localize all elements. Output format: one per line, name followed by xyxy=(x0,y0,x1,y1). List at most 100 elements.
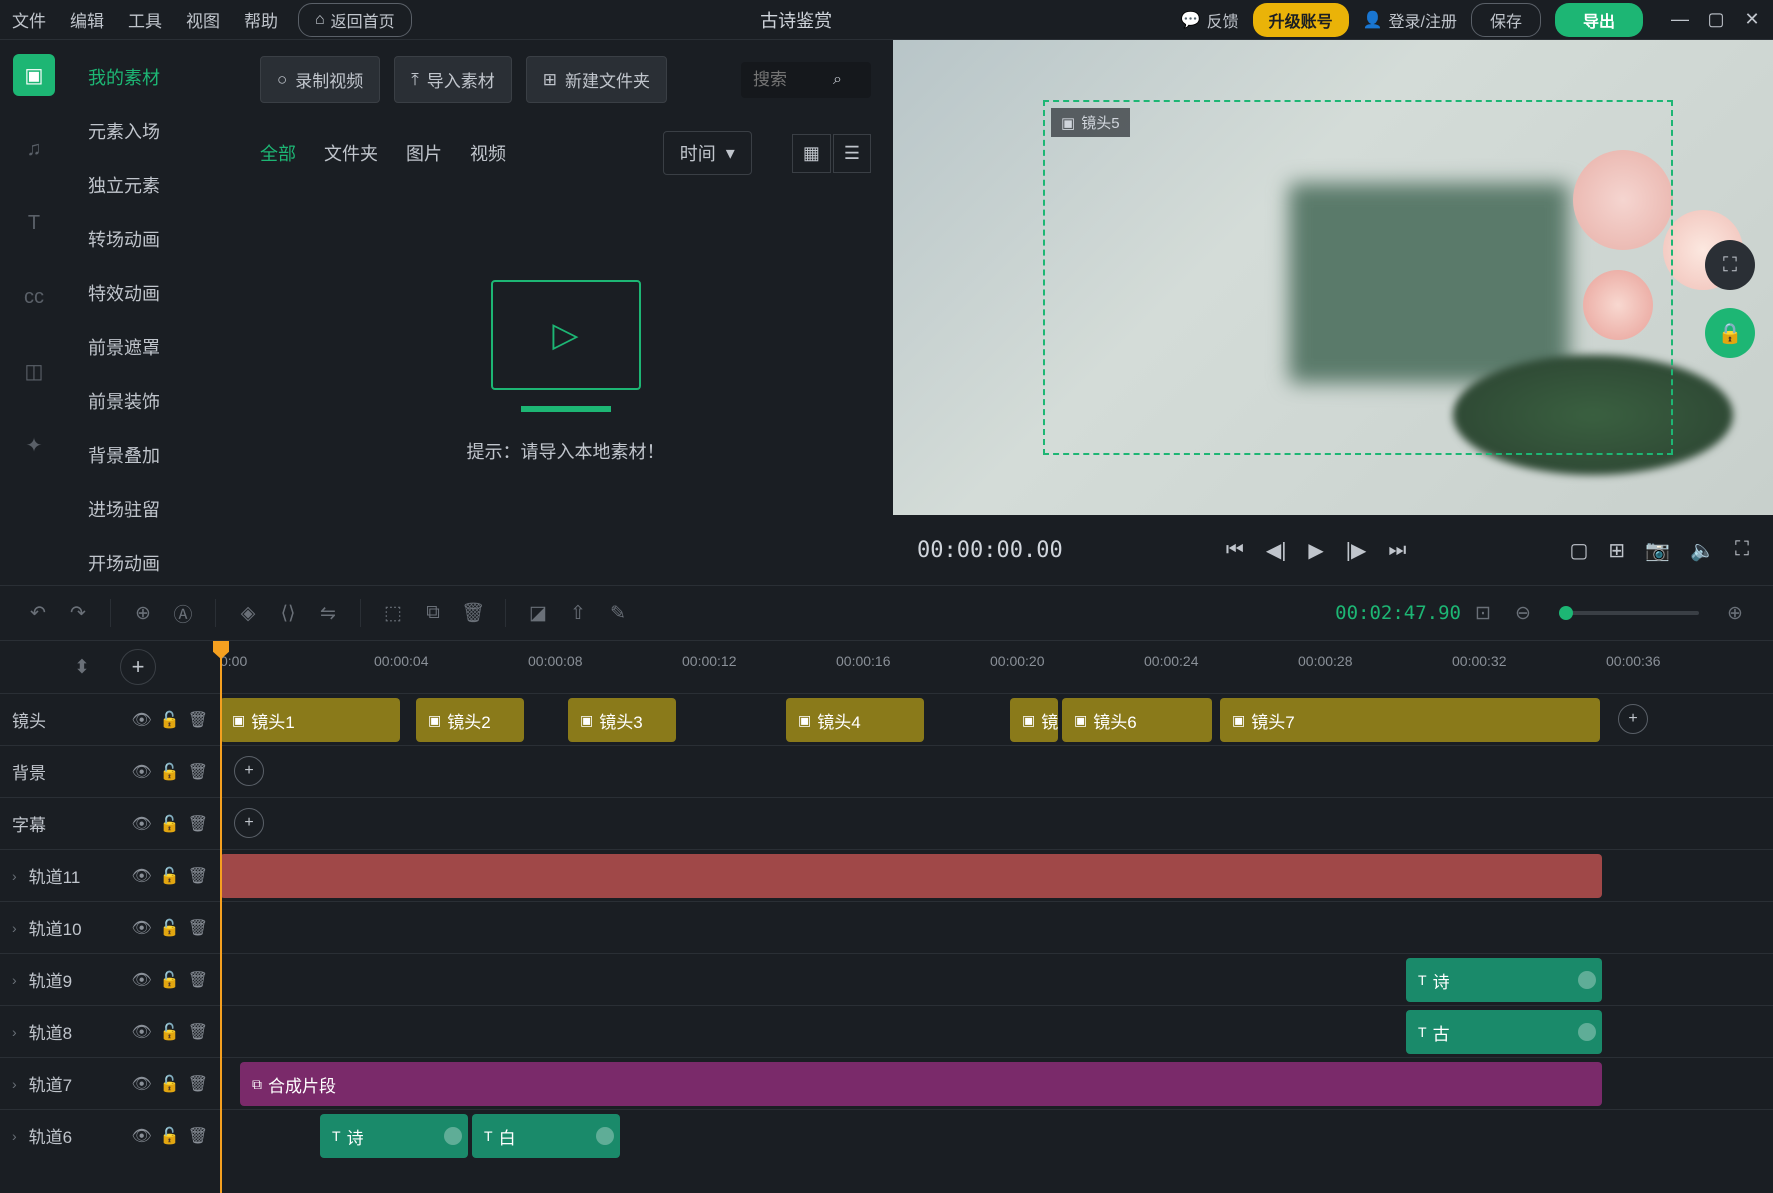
category-fg-decor[interactable]: 前景装饰 xyxy=(68,374,238,428)
menu-edit[interactable]: 编辑 xyxy=(70,7,104,32)
track-content[interactable]: ⧉合成片段 xyxy=(220,1058,1773,1109)
cursor-button[interactable]: ◈ xyxy=(230,595,266,631)
trash-icon[interactable]: 🗑 xyxy=(188,970,208,990)
fit-button[interactable]: ⛶ xyxy=(1705,240,1755,290)
trash-icon[interactable]: 🗑 xyxy=(188,918,208,938)
chevron-right-icon[interactable]: › xyxy=(12,972,17,988)
lock-icon[interactable]: 🔓 xyxy=(160,866,180,886)
visibility-icon[interactable]: 👁 xyxy=(131,762,151,782)
mirror-button[interactable]: ⇋ xyxy=(310,595,346,631)
record-button[interactable]: ○ 录制视频 xyxy=(260,56,380,103)
redo-button[interactable]: ↷ xyxy=(60,595,96,631)
category-effects[interactable]: 特效动画 xyxy=(68,266,238,320)
shot-clip[interactable]: ▣镜头4 xyxy=(786,698,924,742)
keyframe-icon[interactable] xyxy=(1578,971,1596,989)
visibility-icon[interactable]: 👁 xyxy=(131,970,151,990)
keyframe-icon[interactable] xyxy=(596,1127,614,1145)
audio-tab-icon[interactable]: ♫ xyxy=(13,128,55,170)
media-tab-icon[interactable]: ▣ xyxy=(13,54,55,96)
track-content[interactable] xyxy=(220,902,1773,953)
home-button[interactable]: ⌂ 返回首页 xyxy=(298,3,412,37)
zoom-in-button[interactable]: ⊕ xyxy=(1717,595,1753,631)
visibility-icon[interactable]: 👁 xyxy=(131,918,151,938)
lock-icon[interactable]: 🔓 xyxy=(160,918,180,938)
export-clip-button[interactable]: ⇧ xyxy=(560,595,596,631)
undo-button[interactable]: ↶ xyxy=(20,595,56,631)
menu-help[interactable]: 帮助 xyxy=(244,7,278,32)
visibility-icon[interactable]: 👁 xyxy=(131,1074,151,1094)
category-element-enter[interactable]: 元素入场 xyxy=(68,104,238,158)
shot-clip[interactable]: ▣镜 xyxy=(1010,698,1058,742)
track-content[interactable]: + xyxy=(220,746,1773,797)
mask-button[interactable]: ◪ xyxy=(520,595,556,631)
chevron-right-icon[interactable]: › xyxy=(12,1024,17,1040)
lock-icon[interactable]: 🔓 xyxy=(160,762,180,782)
copy-button[interactable]: ⧉ xyxy=(415,595,451,631)
lock-icon[interactable]: 🔓 xyxy=(160,1022,180,1042)
chevron-right-icon[interactable]: › xyxy=(12,1128,17,1144)
search-icon[interactable]: ⌕ xyxy=(833,71,842,89)
zoom-thumb[interactable] xyxy=(1559,606,1573,620)
compound-clip[interactable]: ⧉合成片段 xyxy=(240,1062,1602,1106)
grid-view-button[interactable]: ▦ xyxy=(792,134,831,173)
filter-folders[interactable]: 文件夹 xyxy=(324,140,378,166)
filter-videos[interactable]: 视频 xyxy=(470,140,506,166)
lock-icon[interactable]: 🔓 xyxy=(160,1074,180,1094)
pip-icon[interactable]: ▢ xyxy=(1570,538,1589,563)
text-clip[interactable]: T古 xyxy=(1406,1010,1602,1054)
track-content[interactable]: T诗T白 xyxy=(220,1110,1773,1161)
play-button[interactable]: ▶ xyxy=(1308,538,1323,563)
delete-button[interactable]: 🗑 xyxy=(455,595,491,631)
playhead[interactable] xyxy=(220,641,222,1193)
filter-images[interactable]: 图片 xyxy=(406,140,442,166)
crop-button[interactable]: ⬚ xyxy=(375,595,411,631)
grid-icon[interactable]: ⊞ xyxy=(1608,538,1625,563)
track-content[interactable]: + xyxy=(220,798,1773,849)
zoom-out-button[interactable]: ⊖ xyxy=(1505,595,1541,631)
trash-icon[interactable]: 🗑 xyxy=(188,866,208,886)
effects-tab-icon[interactable]: ◫ xyxy=(13,350,55,392)
shot-clip[interactable]: ▣镜头1 xyxy=(220,698,400,742)
snapshot-icon[interactable]: 📷 xyxy=(1645,538,1670,563)
track-content[interactable] xyxy=(220,850,1773,901)
anchor-button[interactable]: Ⓐ xyxy=(165,595,201,631)
trash-icon[interactable]: 🗑 xyxy=(188,710,208,730)
plugin-tab-icon[interactable]: ✦ xyxy=(13,424,55,466)
shot-clip[interactable]: ▣镜头7 xyxy=(1220,698,1600,742)
zoom-slider[interactable] xyxy=(1559,611,1699,615)
next-frame-button[interactable]: |▶ xyxy=(1346,538,1367,563)
filter-all[interactable]: 全部 xyxy=(260,140,296,166)
add-shot-button[interactable]: + xyxy=(1618,704,1648,734)
add-clip-button[interactable]: + xyxy=(234,756,264,786)
shot-clip[interactable]: ▣镜头3 xyxy=(568,698,676,742)
category-my-media[interactable]: 我的素材 xyxy=(68,50,238,104)
goto-start-button[interactable]: ⏮ xyxy=(1226,539,1244,562)
add-marker-button[interactable]: + xyxy=(120,649,156,685)
visibility-icon[interactable]: 👁 xyxy=(131,1022,151,1042)
trash-icon[interactable]: 🗑 xyxy=(188,1126,208,1146)
goto-end-button[interactable]: ⏭ xyxy=(1388,539,1406,562)
prev-frame-button[interactable]: ◀| xyxy=(1266,538,1287,563)
visibility-icon[interactable]: 👁 xyxy=(131,1126,151,1146)
lock-icon[interactable]: 🔓 xyxy=(160,970,180,990)
time-ruler[interactable]: 0:0000:00:0400:00:0800:00:1200:00:1600:0… xyxy=(220,641,1773,693)
trash-icon[interactable]: 🗑 xyxy=(188,762,208,782)
menu-file[interactable]: 文件 xyxy=(12,7,46,32)
split-button[interactable]: ⟨⟩ xyxy=(270,595,306,631)
preview-canvas[interactable]: ▣ 镜头5 ⛶ 🔒 xyxy=(893,40,1773,515)
shot-clip[interactable]: ▣镜头6 xyxy=(1062,698,1212,742)
import-button[interactable]: ⤒ 导入素材 xyxy=(394,56,512,103)
category-fg-mask[interactable]: 前景遮罩 xyxy=(68,320,238,374)
export-button[interactable]: 导出 xyxy=(1555,3,1643,37)
add-clip-button[interactable]: + xyxy=(234,808,264,838)
visibility-icon[interactable]: 👁 xyxy=(131,866,151,886)
trash-icon[interactable]: 🗑 xyxy=(188,814,208,834)
minimize-button[interactable]: — xyxy=(1671,11,1689,29)
menu-view[interactable]: 视图 xyxy=(186,7,220,32)
edit-button[interactable]: ✎ xyxy=(600,595,636,631)
category-bg-overlay[interactable]: 背景叠加 xyxy=(68,428,238,482)
fullscreen-icon[interactable]: ⛶ xyxy=(1735,538,1749,563)
maximize-button[interactable]: ▢ xyxy=(1707,11,1725,29)
list-view-button[interactable]: ☰ xyxy=(833,134,871,173)
search-input[interactable] xyxy=(753,70,833,90)
